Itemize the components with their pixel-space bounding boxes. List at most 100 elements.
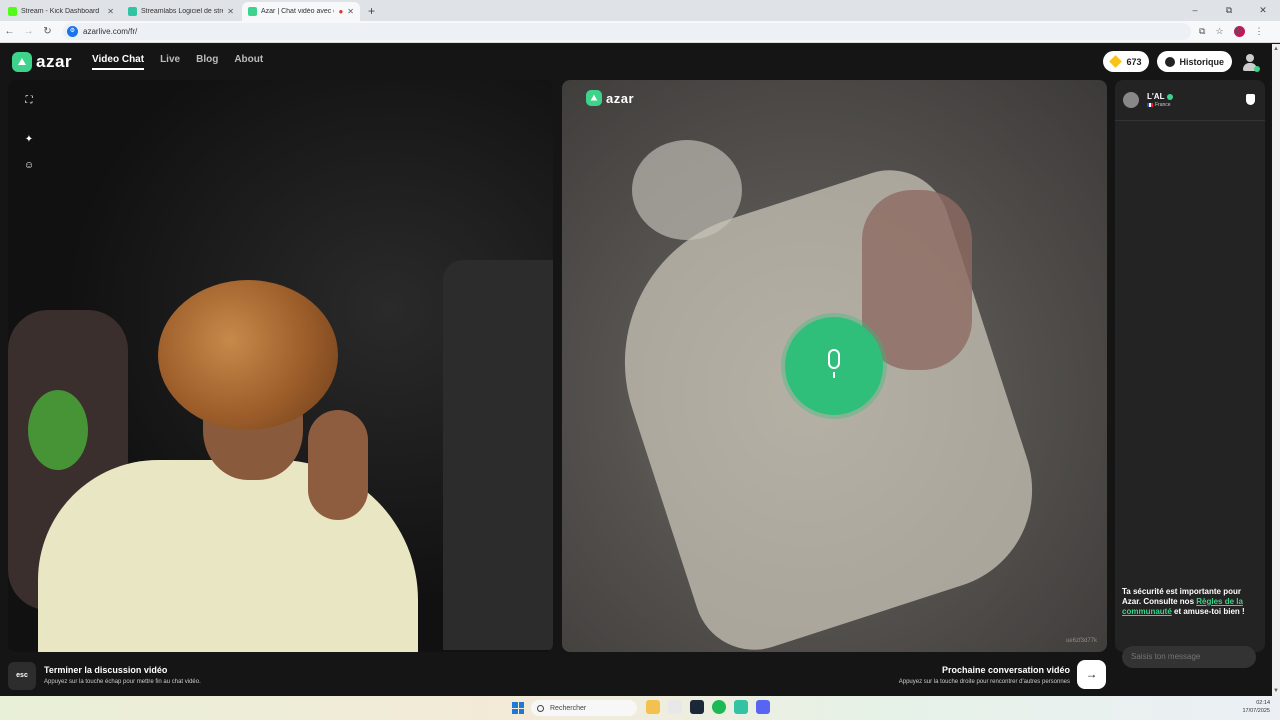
windows-start-icon[interactable] (512, 702, 524, 714)
azar-favicon-icon (248, 7, 257, 16)
microphone-button[interactable] (785, 317, 883, 415)
search-icon (537, 704, 544, 712)
next-chat-title: Prochaine conversation vidéo (941, 665, 1070, 675)
taskbar-search-label: Rechercher (550, 704, 587, 712)
next-chat-hint: Appuyez sur la touche droite pour rencon… (898, 679, 1070, 685)
message-input[interactable] (1122, 646, 1256, 668)
forward-arrow-icon[interactable]: → (19, 26, 38, 37)
scroll-up-icon[interactable]: ▲ (1272, 46, 1280, 52)
site-info-icon[interactable]: ⚙ (67, 26, 78, 37)
taskbar-apps (646, 700, 770, 714)
tab-close-icon[interactable]: ✕ (107, 7, 114, 16)
recording-indicator-icon: ● (338, 7, 344, 16)
tab-label: Azar | Chat vidéo avec de n (261, 8, 334, 15)
stream-id: ue6zf3d77k (1065, 638, 1097, 644)
windows-taskbar: Rechercher 02:14 17/07/2025 (0, 696, 1280, 720)
header-actions: 673 Historique (1103, 51, 1260, 72)
notepad-icon[interactable] (668, 700, 682, 714)
clock-time: 02:14 (1256, 700, 1270, 706)
history-button[interactable]: Historique (1157, 51, 1232, 72)
taskbar-clock[interactable]: 02:14 17/07/2025 (1242, 699, 1270, 715)
install-app-icon[interactable]: ⧉ (1199, 26, 1205, 37)
bottom-controls: esc Terminer la discussion vidéo Appuyez… (0, 654, 1110, 696)
azar-logo[interactable]: azar (12, 52, 72, 72)
azar-logo-icon (12, 52, 32, 72)
peer-country: France (1147, 102, 1173, 108)
end-chat-button[interactable]: esc (8, 662, 36, 690)
person-raised-hand (308, 410, 368, 520)
page-scrollbar[interactable]: ▲ ▼ (1272, 44, 1280, 696)
window-controls: – ⧉ ✕ (1178, 0, 1280, 21)
azar-watermark-logo: azar (586, 90, 634, 106)
steam-icon[interactable] (690, 700, 704, 714)
tab-close-icon[interactable]: ✕ (347, 7, 354, 16)
maximize-button[interactable]: ⧉ (1212, 0, 1246, 21)
url-field[interactable]: ⚙ azarlive.com/fr/ (63, 23, 1191, 40)
site-header: azar Video Chat Live Blog About 673 Hist… (0, 44, 1272, 80)
azar-logo-icon (586, 90, 602, 106)
nav-video-chat[interactable]: Video Chat (92, 54, 145, 70)
peer-avatar[interactable] (1123, 92, 1139, 108)
nav-about[interactable]: About (234, 54, 263, 70)
report-shield-icon[interactable] (1246, 94, 1255, 105)
tab-label: Streamlabs Logiciel de streaming (141, 8, 223, 15)
clock-icon (1165, 56, 1176, 67)
address-bar-actions: ⧉ ☆ M ⋮ (1199, 26, 1264, 37)
new-tab-button[interactable]: + (368, 2, 375, 21)
file-explorer-icon[interactable] (646, 700, 660, 714)
address-bar: ← → ↻ ⚙ azarlive.com/fr/ ⧉ ☆ M ⋮ (0, 21, 1280, 43)
url-text: azarlive.com/fr/ (83, 27, 138, 36)
end-chat-hint: Appuyez sur la touche échap pour mettre … (44, 679, 201, 685)
nav-blog[interactable]: Blog (196, 54, 218, 70)
tab-kick-dashboard[interactable]: Stream - Kick Dashboard ✕ (2, 2, 120, 21)
user-avatar-button[interactable] (1240, 52, 1260, 72)
tab-streamlabs[interactable]: Streamlabs Logiciel de streaming ✕ (122, 2, 240, 21)
tab-azar[interactable]: Azar | Chat vidéo avec de n ● ✕ (242, 2, 360, 21)
kick-favicon-icon (8, 7, 17, 16)
next-chat-button[interactable]: → (1077, 660, 1106, 689)
close-window-button[interactable]: ✕ (1246, 0, 1280, 21)
blurred-hand (862, 190, 972, 370)
tab-label: Stream - Kick Dashboard (21, 8, 100, 15)
taskbar-search[interactable]: Rechercher (531, 700, 637, 716)
back-arrow-icon[interactable]: ← (0, 26, 19, 37)
france-flag-icon (1147, 103, 1153, 107)
menu-kebab-icon[interactable]: ⋮ (1255, 26, 1264, 37)
spotify-icon[interactable] (712, 700, 726, 714)
peer-name: L'AL (1147, 92, 1174, 101)
expand-icon[interactable]: ⛶ (22, 93, 36, 107)
end-chat-title: Terminer la discussion vidéo (44, 665, 168, 675)
profile-avatar[interactable]: M (1233, 26, 1245, 37)
discord-icon[interactable] (756, 700, 770, 714)
microphone-icon (822, 349, 846, 383)
browser-tab-bar: Stream - Kick Dashboard ✕ Streamlabs Log… (0, 0, 1280, 21)
brand-name: azar (36, 52, 73, 71)
verified-badge-icon (1167, 93, 1174, 100)
clock-date: 17/07/2025 (1242, 708, 1270, 714)
partner-video: azar ue6zf3d77k (562, 80, 1107, 652)
minimize-button[interactable]: – (1178, 0, 1212, 21)
chair-splash (28, 390, 88, 470)
watermark-brand: azar (606, 90, 635, 106)
person-curly-wig (158, 280, 338, 430)
streamlabs-icon[interactable] (734, 700, 748, 714)
peer-info: L'AL France (1147, 92, 1174, 108)
streamlabs-favicon-icon (128, 7, 137, 16)
sparkle-icon[interactable]: ✦ (22, 132, 36, 146)
safety-notice: Ta sécurité est importante pour Azar. Co… (1122, 587, 1245, 616)
chat-panel: L'AL France Ta sécurité est importante p… (1115, 80, 1265, 668)
bookmark-star-icon[interactable]: ☆ (1215, 26, 1223, 37)
self-video: ⛶ ✦ ☺ (8, 80, 553, 652)
reload-icon[interactable]: ↻ (38, 26, 57, 37)
main-nav: Video Chat Live Blog About (92, 54, 263, 70)
azar-app: azar Video Chat Live Blog About 673 Hist… (0, 44, 1272, 696)
tab-close-icon[interactable]: ✕ (227, 7, 234, 16)
scroll-down-icon[interactable]: ▼ (1272, 688, 1280, 694)
sticker-icon[interactable]: ☺ (22, 158, 36, 172)
nav-live[interactable]: Live (160, 54, 180, 70)
gem-icon (1109, 55, 1123, 68)
gems-balance-button[interactable]: 673 (1103, 51, 1150, 72)
user-head-icon (1246, 53, 1254, 62)
peer-header: L'AL France (1115, 80, 1265, 121)
history-label: Historique (1179, 56, 1224, 67)
